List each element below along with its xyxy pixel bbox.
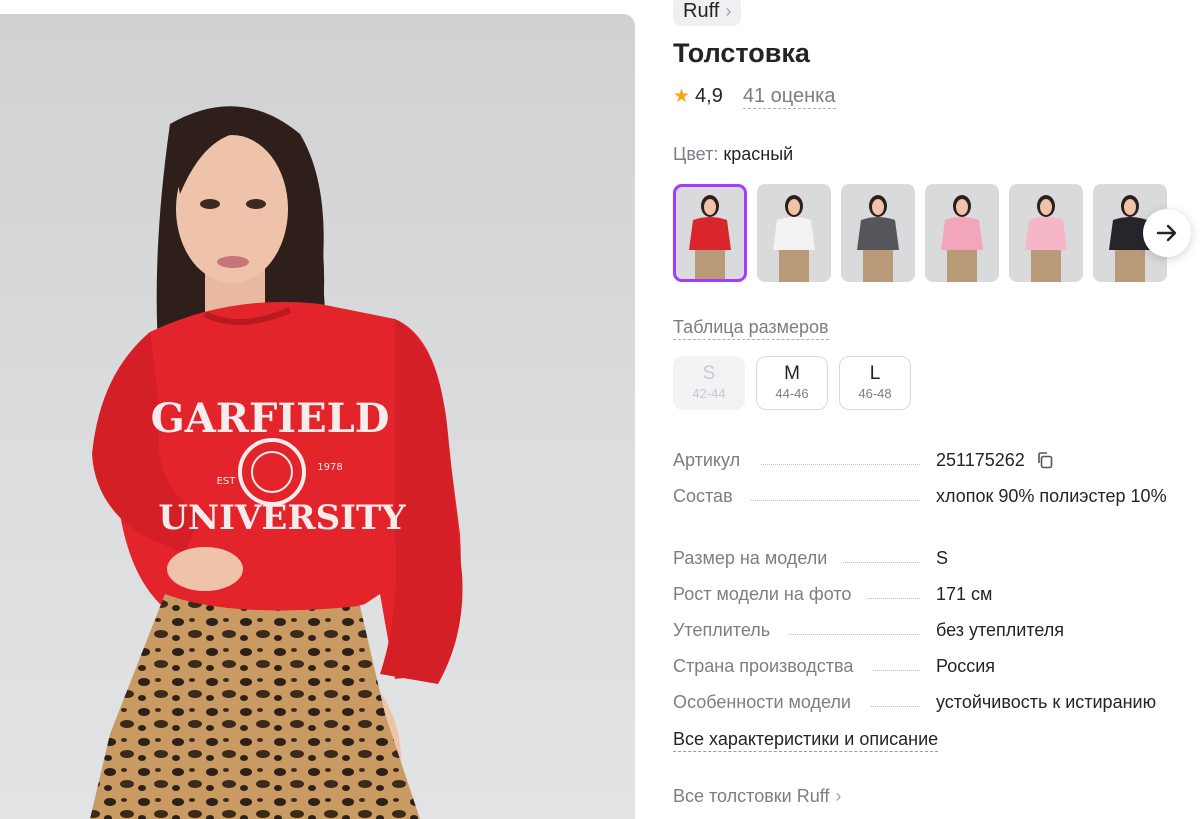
all-brand-hoodies-link[interactable]: Все толстовки Ruff ›: [673, 786, 841, 807]
svg-text:EST: EST: [217, 476, 237, 487]
model-illustration: GARFIELD UNIVERSITY EST 1978: [90, 106, 463, 819]
color-label-row: Цвет: красный: [673, 144, 793, 165]
color-variant-white-garfield[interactable]: [757, 184, 831, 282]
reviews-link[interactable]: 41 оценка: [742, 84, 836, 109]
print-line1: GARFIELD: [151, 395, 390, 442]
rating-row: ★ 4,9 41 оценка: [673, 84, 836, 109]
rating-value: 4,9: [695, 85, 723, 107]
copy-icon[interactable]: [1036, 451, 1054, 469]
variant-thumbnail-image: [757, 184, 831, 282]
brand-name: Ruff: [683, 0, 720, 22]
color-variant-pink-plain[interactable]: [925, 184, 999, 282]
variant-thumbnail-image: [925, 184, 999, 282]
size-option-l[interactable]: L 46-48: [839, 356, 911, 410]
star-icon: ★: [673, 86, 691, 107]
color-value: красный: [723, 144, 794, 164]
color-variant-pink-skirt[interactable]: [1009, 184, 1083, 282]
variant-thumbnail-image: [1009, 184, 1083, 282]
color-variants: [673, 184, 1200, 282]
size-option-m[interactable]: M 44-46: [756, 356, 828, 410]
brand-link[interactable]: Ruff ›: [673, 0, 742, 26]
size-table-link[interactable]: Таблица размеров: [673, 315, 829, 340]
variant-thumbnail-image: [841, 184, 915, 282]
product-title: Толстовка: [673, 38, 810, 68]
svg-text:1978: 1978: [317, 462, 342, 473]
variant-thumbnail-image: [673, 184, 747, 282]
next-variants-button[interactable]: [1143, 209, 1191, 257]
color-variant-red-garfield[interactable]: [673, 184, 747, 282]
all-characteristics-link[interactable]: Все характеристики и описание: [673, 727, 939, 752]
product-photo[interactable]: GARFIELD UNIVERSITY EST 1978: [0, 14, 635, 819]
chevron-right-icon: ›: [835, 786, 842, 806]
color-variant-graphite-garfield[interactable]: [841, 184, 915, 282]
chevron-right-icon: ›: [725, 0, 732, 21]
arrow-right-icon: [1156, 224, 1177, 242]
color-label: Цвет:: [673, 144, 719, 164]
size-option-s[interactable]: S 42-44: [673, 356, 745, 410]
article-number: 251175262: [936, 450, 1025, 470]
